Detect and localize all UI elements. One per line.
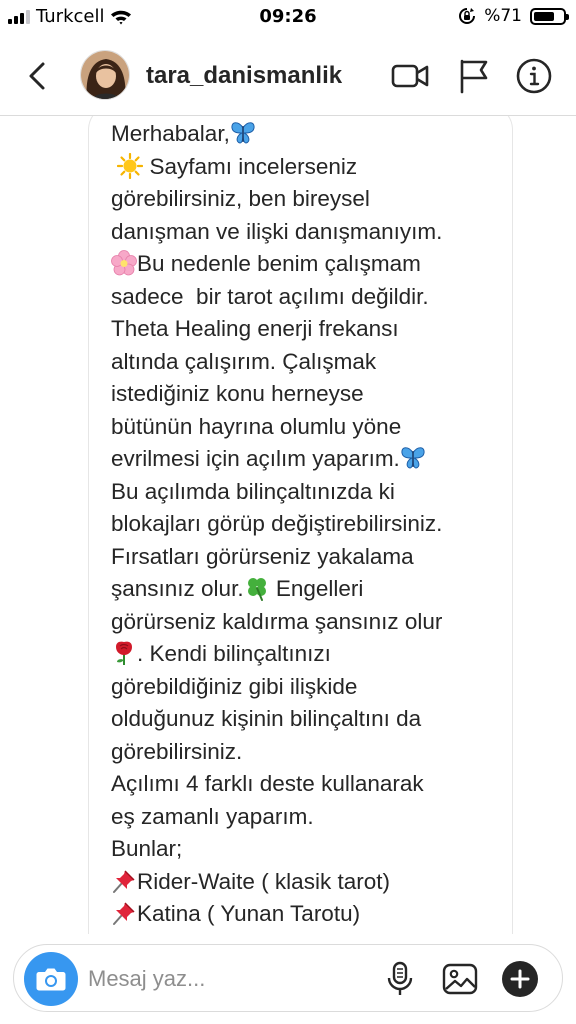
message-line: sadece bir tarot açılımı değildir. [111,283,429,309]
camera-button[interactable] [24,952,78,1006]
message-line: Bu nedenle benim çalışmam [111,248,511,281]
message-line: altında çalışırım. Çalışmak [111,348,377,374]
message-line: görebildiğiniz gibi ilişkide [111,673,358,699]
message-line: olduğunuz kişinin bilinçaltını da [111,706,422,731]
avatar-portrait [81,51,129,99]
rose-icon [111,640,137,666]
status-bar: Turkcell 09:26 %71 [0,0,576,36]
orientation-lock-icon [459,8,476,24]
battery-percent: %71 [484,6,522,26]
message-line: Açılımı 4 farklı deste kullanarak [111,771,424,796]
message-composer [13,944,563,1012]
message-line: istediğiniz konu herneyse [111,381,364,406]
flag-icon[interactable] [454,56,494,96]
chat-username[interactable]: tara_danismanlik [146,62,342,90]
video-camera-icon[interactable] [390,56,430,96]
message-line: görebilirsiniz. [111,738,243,764]
message-line: blokajları görüp değiştirebilirsiniz. [111,511,443,536]
message-line: görürseniz kaldırma şansınız olur [111,608,443,634]
avatar[interactable] [80,50,130,100]
battery-icon [530,7,569,25]
pushpin-icon [111,900,137,926]
sun-icon [117,153,143,179]
message-line: Sayfamı incelerseniz [111,151,511,184]
butterfly-icon [230,120,256,146]
message-line: evrilmesi için açılım yaparım. [111,443,511,476]
chat-header: tara_danismanlik [0,36,576,116]
four-leaf-clover-icon [244,575,270,601]
camera-icon [36,968,66,991]
message-input[interactable] [88,959,358,999]
message-line: Rider-Waite ( klasik tarot) [111,866,511,899]
message-line: Katina ( Yunan Tarotu) [111,898,511,931]
message-line: Fırsatları görürseniz yakalama [111,543,414,569]
message-line: Theta Healing enerji frekansı [111,316,399,341]
plus-icon[interactable] [500,959,540,999]
message-line: şansınız olur. Engelleri [111,575,364,601]
message-line: görebilirsiniz, ben bireysel [111,186,370,211]
cherry-blossom-icon [111,250,137,276]
back-chevron-icon[interactable] [20,58,56,94]
message-line: Bu açılımda bilinçaltınızda ki [111,478,395,504]
microphone-icon[interactable] [380,959,420,999]
status-right: %71 [458,6,569,26]
info-icon[interactable] [514,56,554,96]
message-line: eş zamanlı yaparım. [111,803,314,829]
message-line: bütünün hayrına olumlu yöne [111,413,402,439]
gallery-icon[interactable] [440,959,480,999]
message-line: Bunlar; [111,836,183,861]
message-line: danışman ve ilişki danışmanıyım. [111,218,443,244]
message-line: . Kendi bilinçaltınızı [111,638,511,671]
message-line: Merhabalar, [111,118,511,151]
pushpin-icon [111,868,137,894]
battery-fill [534,11,554,21]
message-text: Merhabalar, Sayfamı incelerseniz görebil… [111,118,511,931]
butterfly-icon [400,445,426,471]
message-thread[interactable]: Merhabalar, Sayfamı incelerseniz görebil… [0,116,576,934]
